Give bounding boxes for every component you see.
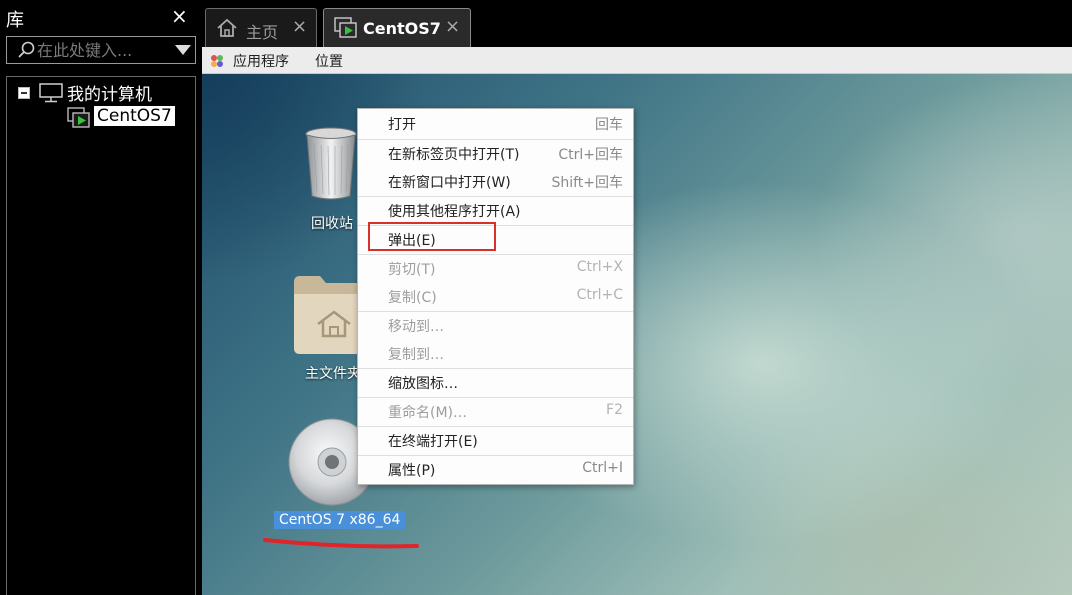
menu-item-label: 在终端打开(E) (388, 434, 478, 450)
context-menu: 打开 回车 在新标签页中打开(T) Ctrl+回车 在新窗口中打开(W) Shi… (357, 108, 634, 485)
menu-item-label: 属性(P) (388, 463, 436, 479)
library-tree: 我的计算机 CentOS7 (6, 76, 196, 595)
menu-item-label: 缩放图标… (388, 376, 458, 392)
menu-item-shortcut: Ctrl+X (576, 259, 623, 275)
menu-item-shortcut: Shift+回车 (551, 175, 623, 191)
search-icon (18, 41, 35, 58)
menu-item-open-new-window[interactable]: 在新窗口中打开(W) Shift+回车 (358, 167, 633, 195)
menu-applications[interactable]: 应用程序 (233, 51, 289, 71)
applications-icon (211, 55, 223, 67)
guest-menubar: 应用程序 位置 (202, 47, 1072, 74)
menu-item-open-with[interactable]: 使用其他程序打开(A) (358, 196, 633, 224)
tree-item-centos7[interactable]: CentOS7 (94, 106, 175, 126)
vm-icon (334, 17, 357, 38)
home-icon (217, 18, 237, 37)
menu-item-copy: 复制(C) Ctrl+C (358, 282, 633, 310)
menu-item-rename: 重命名(M)… F2 (358, 397, 633, 425)
annotation-highlight-box (368, 222, 496, 251)
tree-item-my-computer[interactable]: 我的计算机 (67, 80, 152, 105)
tab-centos7[interactable]: CentOS7 × (323, 8, 471, 48)
tab-home-label: 主页 (246, 23, 279, 42)
menu-item-shortcut: Ctrl+C (576, 287, 623, 303)
desktop-label-dvd[interactable]: CentOS 7 x86_64 (274, 511, 406, 529)
menu-item-label: 复制(C) (388, 290, 437, 306)
menu-item-cut: 剪切(T) Ctrl+X (358, 254, 633, 282)
menu-item-label: 重命名(M)… (388, 405, 468, 421)
menu-item-open-new-tab[interactable]: 在新标签页中打开(T) Ctrl+回车 (358, 139, 633, 167)
search-dropdown-chevron-icon[interactable] (175, 45, 191, 55)
library-header: 库 × (0, 0, 199, 34)
menu-item-open-in-terminal[interactable]: 在终端打开(E) (358, 426, 633, 454)
menu-places[interactable]: 位置 (315, 51, 343, 71)
computer-icon (39, 83, 63, 103)
tab-centos7-label: CentOS7 (363, 19, 441, 38)
menu-item-open[interactable]: 打开 回车 (358, 109, 633, 137)
tab-home[interactable]: 主页 × (205, 8, 317, 48)
desktop-label-home-folder: 主文件夹 (305, 366, 361, 382)
guest-desktop[interactable]: 回收站 主文件夹 CentOS 7 x86_64 (202, 74, 1072, 595)
library-search[interactable] (6, 36, 196, 64)
menu-item-label: 在新窗口中打开(W) (388, 175, 511, 191)
menu-item-shortcut: Ctrl+回车 (558, 147, 623, 163)
library-title: 库 (6, 10, 24, 31)
vm-icon (67, 107, 90, 128)
tab-home-close-icon[interactable]: × (292, 16, 307, 37)
tree-collapse-toggle[interactable] (18, 87, 30, 99)
trash-icon (305, 127, 357, 200)
library-search-input[interactable] (37, 39, 167, 61)
tab-bar: 主页 × CentOS7 × (202, 0, 1072, 48)
menu-item-label: 使用其他程序打开(A) (388, 204, 521, 220)
desktop-label-trash: 回收站 (311, 216, 353, 232)
menu-item-copy-to: 复制到… (358, 339, 633, 367)
menu-item-properties[interactable]: 属性(P) Ctrl+I (358, 455, 633, 483)
menu-item-label: 剪切(T) (388, 262, 436, 278)
menu-item-label: 移动到… (388, 319, 444, 335)
menu-item-label: 复制到… (388, 347, 444, 363)
tab-centos7-close-icon[interactable]: × (445, 16, 460, 37)
annotation-underline (263, 538, 419, 549)
menu-item-zoom-icon[interactable]: 缩放图标… (358, 368, 633, 396)
menu-item-shortcut: Ctrl+I (582, 460, 623, 476)
menu-item-label: 打开 (388, 117, 416, 133)
library-panel: 库 × 我的计算机 CentOS7 (0, 0, 199, 595)
library-close-button[interactable]: × (171, 5, 188, 27)
menu-item-label: 在新标签页中打开(T) (388, 147, 520, 163)
menu-item-move-to: 移动到… (358, 311, 633, 339)
menu-item-shortcut: F2 (606, 402, 623, 418)
menu-item-shortcut: 回车 (595, 117, 623, 133)
